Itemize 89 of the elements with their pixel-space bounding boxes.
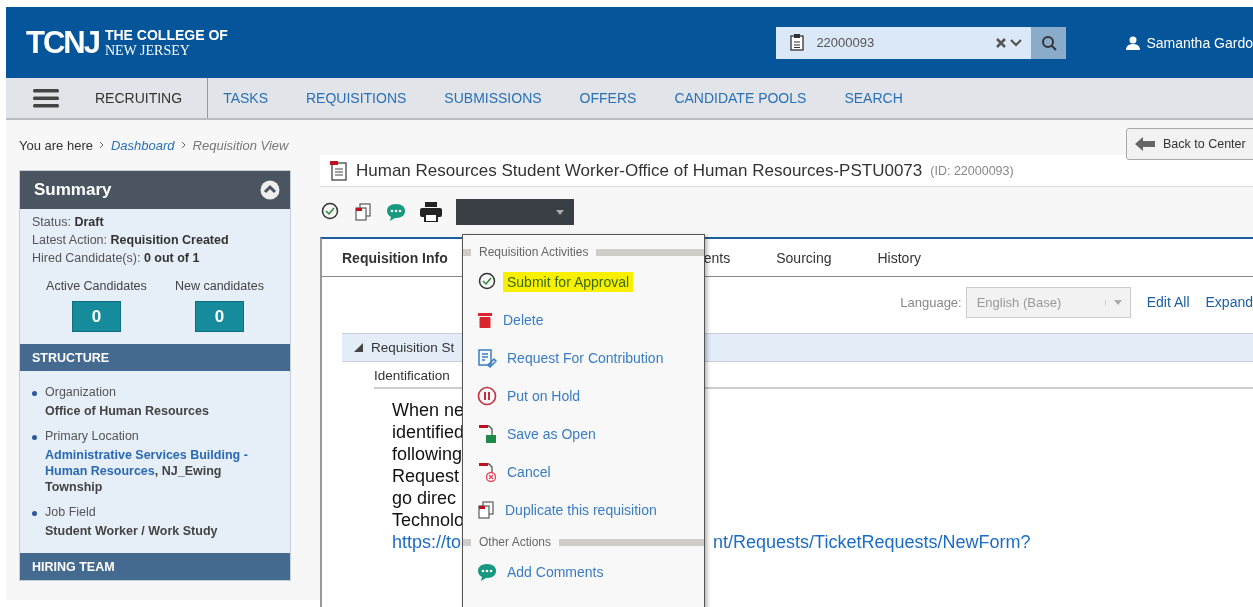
- structure-value: Office of Human Resources: [45, 403, 209, 419]
- back-arrow-icon: [1135, 137, 1155, 151]
- menu-item[interactable]: Duplicate this requisition: [477, 491, 704, 529]
- summary-fact: Latest Action: Requisition Created: [32, 233, 230, 247]
- search-button[interactable]: [1031, 26, 1067, 59]
- requisition-id: (ID: 22000093): [930, 163, 1014, 178]
- body-text: following: [392, 443, 463, 465]
- nav-link[interactable]: SEARCH: [844, 90, 903, 106]
- bullet-icon: [32, 391, 37, 396]
- breadcrumb-label: You are here: [19, 137, 93, 153]
- chevron-down-icon: [1009, 36, 1024, 49]
- url-link[interactable]: nt/Requests/TicketRequests/NewForm?: [713, 531, 1031, 553]
- section-band: HIRING TEAM: [20, 553, 290, 580]
- bullet-icon: [32, 511, 37, 516]
- section-band: STRUCTURE: [20, 344, 290, 371]
- body-text: go direc: [392, 487, 457, 509]
- user-name[interactable]: Samantha Gardo: [1146, 34, 1253, 51]
- caret-icon[interactable]: [354, 343, 363, 352]
- body-text: Technolo: [392, 509, 465, 531]
- document-icon: [330, 160, 348, 181]
- menu-item[interactable]: Add Comments: [477, 553, 704, 591]
- panel-title: Summary: [34, 180, 112, 200]
- language-label: Language:: [900, 294, 962, 310]
- clear-icon: [995, 36, 1008, 49]
- speech-bubble-icon: [386, 203, 406, 221]
- check-bubble-icon: [320, 202, 340, 222]
- tab[interactable]: History: [877, 249, 922, 266]
- document-lock-icon: [477, 424, 497, 444]
- structure-label: Job Field: [45, 505, 97, 519]
- body-text: identified: [392, 421, 465, 443]
- search-icon: [1040, 34, 1057, 51]
- logo-mark: TCNJ: [26, 24, 99, 61]
- body-text: When ne: [392, 399, 465, 421]
- nav-link[interactable]: OFFERS: [579, 90, 637, 106]
- menu-item[interactable]: Submit for Approval: [477, 263, 704, 301]
- url-link[interactable]: https://to: [392, 531, 462, 553]
- search-input[interactable]: 22000093: [814, 34, 996, 51]
- nav-link[interactable]: REQUISITIONS: [306, 90, 407, 106]
- action-link[interactable]: Expand: [1205, 294, 1253, 310]
- collapse-icon[interactable]: [260, 180, 280, 200]
- counter-value[interactable]: 0: [71, 301, 121, 332]
- print-icon: [420, 202, 442, 222]
- breadcrumb-link[interactable]: Dashboard: [111, 137, 175, 153]
- copy-documents-icon: [477, 500, 495, 520]
- back-button[interactable]: Back to Center: [1126, 128, 1253, 160]
- copy-documents-icon: [354, 202, 372, 222]
- nav-link[interactable]: CANDIDATE POOLS: [674, 90, 807, 106]
- tab[interactable]: Sourcing: [776, 249, 832, 266]
- breadcrumb-link[interactable]: Requisition View: [192, 137, 289, 153]
- document-icon: [790, 34, 805, 51]
- search-field[interactable]: 22000093: [776, 26, 1067, 59]
- trash-icon: [477, 311, 493, 329]
- tab[interactable]: Requisition Info: [342, 249, 448, 266]
- structure-value: Administrative Services Building - Human Resources, NJ_Ewing Township: [45, 447, 249, 495]
- nav-link[interactable]: TASKS: [223, 90, 268, 106]
- summary-fact: Status: Draft: [32, 215, 105, 229]
- bullet-icon: [32, 435, 37, 440]
- summary-fact: Hired Candidate(s): 0 out of 1: [32, 251, 201, 265]
- body-text: Request: [392, 465, 460, 487]
- nav-link[interactable]: SUBMISSIONS: [444, 90, 542, 106]
- menu-icon: [33, 88, 59, 108]
- structure-label: Primary Location: [45, 429, 140, 443]
- user-icon: [1126, 35, 1141, 50]
- chevron-right-icon: [99, 141, 105, 149]
- chevron-right-icon: [180, 141, 187, 149]
- menu-group-title: Other Actions: [479, 535, 552, 549]
- document-cancel-icon: [477, 462, 497, 482]
- structure-label: Organization: [45, 385, 117, 399]
- speech-bubble-icon: [477, 563, 497, 581]
- menu-item[interactable]: Delete: [477, 301, 704, 339]
- counter-label: New candidates: [174, 279, 264, 293]
- counter-label: Active Candidates: [46, 279, 147, 293]
- menu-item[interactable]: Save as Open: [477, 415, 704, 453]
- menu-item[interactable]: Cancel: [477, 453, 704, 491]
- structure-value: Student Worker / Work Study: [45, 523, 218, 539]
- section-title: Requisition St: [371, 340, 455, 355]
- action-link[interactable]: Edit All: [1146, 294, 1190, 310]
- counter-value[interactable]: 0: [194, 301, 244, 332]
- pencil-document-icon: [477, 348, 497, 368]
- pause-icon: [477, 386, 497, 406]
- requisition-title: Human Resources Student Worker-Office of Human Resources-PSTU0073: [356, 160, 923, 181]
- check-bubble-icon: [477, 272, 497, 292]
- menu-group-title: Requisition Activities: [479, 245, 589, 259]
- logo-text: NEW JERSEY: [104, 42, 191, 58]
- caret-icon: [1113, 299, 1122, 305]
- logo-text: THE COLLEGE OF: [104, 27, 228, 43]
- caret-icon: [556, 209, 564, 215]
- module-title: RECRUITING: [86, 78, 209, 118]
- tab[interactable]: ents: [703, 249, 731, 266]
